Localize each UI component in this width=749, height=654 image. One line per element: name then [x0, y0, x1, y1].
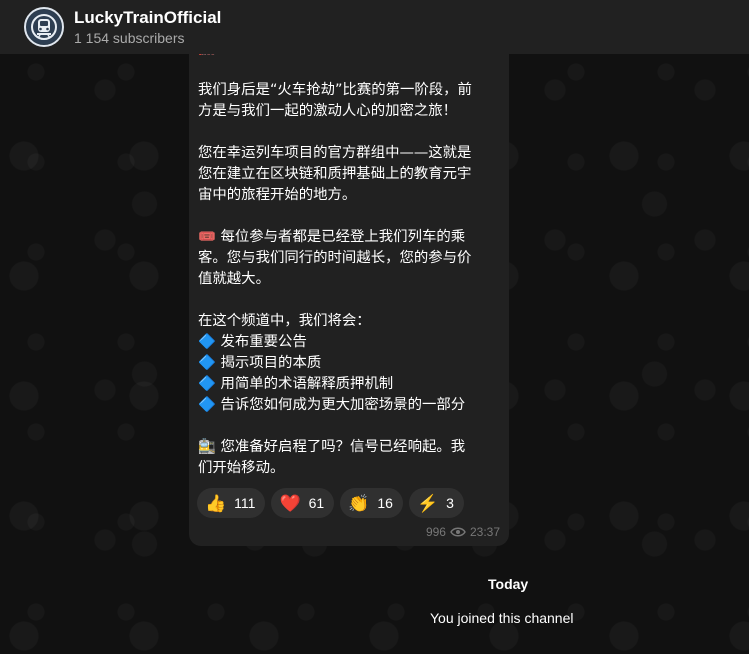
reactions-bar: 👍 111 ❤️ 61 👏 16 ⚡ 3 [197, 488, 464, 518]
message-line: 🔷 用简单的术语解释质押机制 [198, 376, 394, 392]
header-text[interactable]: LuckyTrainOfficial 1 154 subscribers [74, 7, 221, 47]
message-line: 🎟️ 每位参与者都是已经登上我们列车的乘 [198, 229, 466, 245]
reaction-count: 61 [308, 495, 325, 511]
message-line: 方是与我们一起的激动人心的加密之旅！ [198, 103, 458, 119]
train-logo-icon [27, 10, 61, 44]
subscriber-count: 1 154 subscribers [74, 30, 185, 46]
channel-avatar[interactable] [24, 7, 64, 47]
message-text: 🚂 欢迎登上幸运列车！我们身后是“火车抢劫”比赛的第一阶段，前方是与我们一起的激… [198, 40, 500, 479]
reaction-chip[interactable]: 👏 16 [340, 488, 403, 518]
view-count: 996 [425, 525, 446, 539]
channel-name[interactable]: LuckyTrainOfficial [74, 7, 221, 29]
reaction-emoji-icon: 👍 [205, 493, 227, 513]
reaction-chip[interactable]: ❤️ 61 [271, 488, 335, 518]
message-meta: 996 23:37 [426, 525, 500, 539]
message-line: 🔷 揭示项目的本质 [198, 355, 322, 371]
eye-icon [450, 527, 466, 537]
message-line: 在这个频道中，我们将会： [198, 313, 371, 329]
message-line: 您在幸运列车项目的官方群组中——这就是 [198, 145, 472, 161]
date-separator: Today [488, 576, 529, 592]
reaction-chip[interactable]: 👍 111 [197, 488, 266, 518]
reaction-emoji-icon: ❤️ [279, 493, 301, 513]
reaction-count: 111 [234, 495, 256, 511]
message-line [198, 122, 500, 143]
message-bubble[interactable]: 🚂 欢迎登上幸运列车！我们身后是“火车抢劫”比赛的第一阶段，前方是与我们一起的激… [189, 40, 509, 546]
message-time: 23:37 [469, 525, 500, 539]
message-line: 您在建立在区块链和质押基础上的教育元宇 [198, 166, 472, 182]
message-line [198, 59, 500, 80]
reaction-count: 3 [446, 495, 454, 511]
reaction-emoji-icon: 👏 [348, 493, 370, 513]
service-message: You joined this channel [430, 610, 574, 626]
reaction-emoji-icon: ⚡ [416, 493, 439, 513]
reaction-chip[interactable]: ⚡ 3 [408, 488, 464, 518]
message-line: 🔷 发布重要公告 [198, 334, 307, 350]
message-line: 🚉 您准备好启程了吗？信号已经响起。我 [198, 439, 466, 455]
message-line: 值就越大。 [198, 271, 270, 287]
message-line [198, 290, 500, 311]
chat-header[interactable]: LuckyTrainOfficial 1 154 subscribers [0, 0, 749, 54]
message-line [198, 416, 500, 437]
message-line: 🔷 告诉您如何成为更大加密场景的一部分 [198, 397, 466, 413]
message-line [198, 206, 500, 227]
message-line: 客。您与我们同行的时间越长，您的参与价 [198, 250, 472, 266]
message-line: 我们身后是“火车抢劫”比赛的第一阶段，前 [198, 82, 472, 98]
reaction-count: 16 [377, 495, 393, 511]
message-line: 们开始移动。 [198, 460, 285, 476]
message-line: 宙中的旅程开始的地方。 [198, 187, 357, 203]
